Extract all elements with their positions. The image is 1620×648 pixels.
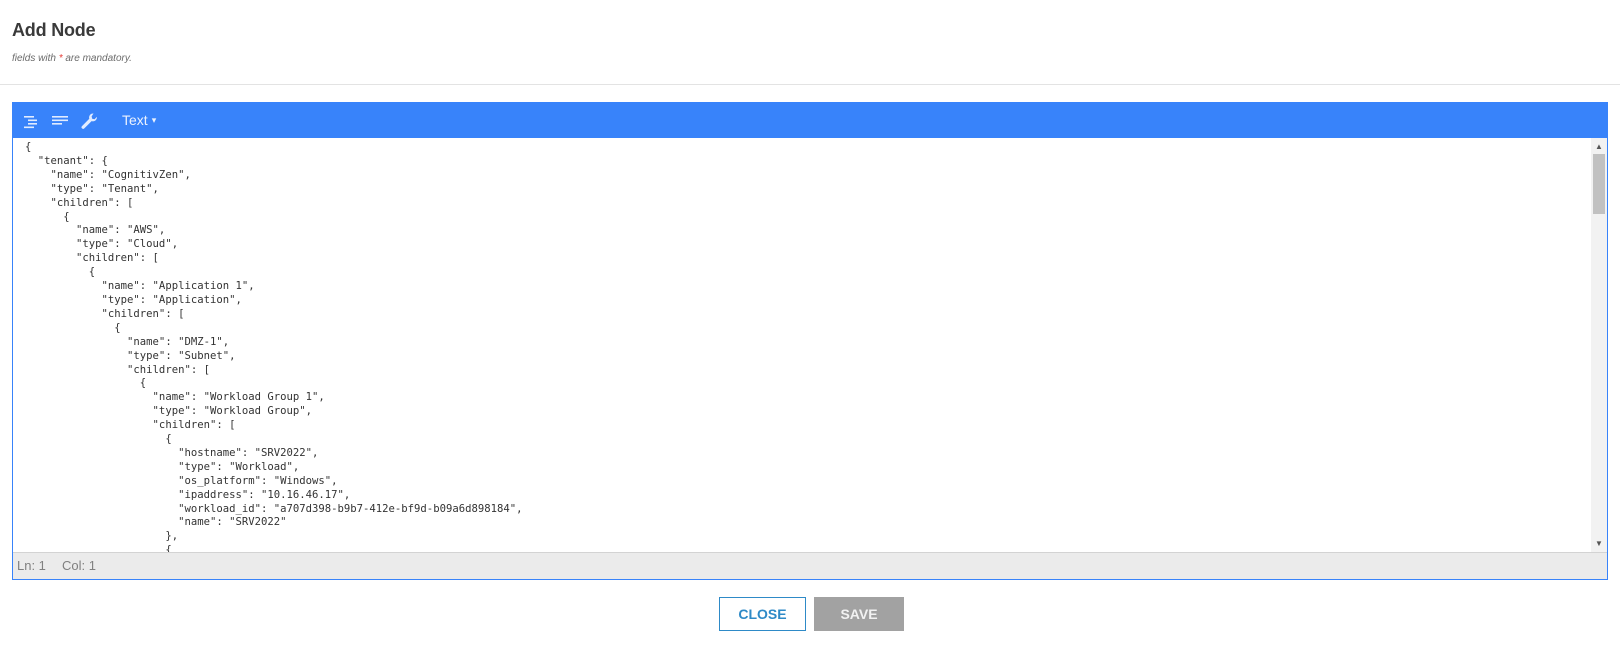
subtitle-prefix: fields with (12, 53, 59, 64)
mode-label: Text (122, 112, 148, 128)
dialog-header: Add Node fields with * are mandatory. (0, 0, 1620, 85)
scroll-up-icon[interactable]: ▲ (1591, 140, 1607, 154)
close-button[interactable]: CLOSE (719, 597, 806, 631)
json-editor: Text ▾ { "tenant": { "name": "CognitivZen… (12, 102, 1608, 580)
scroll-down-icon[interactable]: ▼ (1591, 537, 1607, 551)
format-indent-icon (24, 116, 37, 129)
chevron-down-icon: ▾ (151, 115, 157, 125)
compact-button[interactable] (50, 111, 70, 131)
repair-button[interactable] (79, 111, 99, 131)
editor-statusbar: Ln: 1 Col: 1 (13, 552, 1607, 579)
save-button[interactable]: SAVE (814, 597, 904, 631)
mandatory-fields-note: fields with * are mandatory. (12, 53, 132, 64)
json-content[interactable]: { "tenant": { "name": "CognitivZen", "ty… (13, 138, 1591, 553)
scrollbar-thumb[interactable] (1593, 154, 1605, 214)
format-button[interactable] (21, 111, 41, 131)
wrench-icon (81, 113, 97, 129)
compact-lines-icon (52, 116, 68, 125)
code-textarea[interactable]: { "tenant": { "name": "CognitivZen", "ty… (13, 138, 1591, 553)
mode-selector[interactable]: Text ▾ (122, 112, 156, 128)
vertical-scrollbar[interactable]: ▲ ▼ (1591, 138, 1607, 553)
cursor-column: Col: 1 (62, 558, 96, 573)
subtitle-suffix: are mandatory. (62, 53, 132, 64)
cursor-line: Ln: 1 (17, 558, 46, 573)
page-title: Add Node (12, 20, 96, 40)
editor-toolbar: Text ▾ (13, 103, 1607, 138)
